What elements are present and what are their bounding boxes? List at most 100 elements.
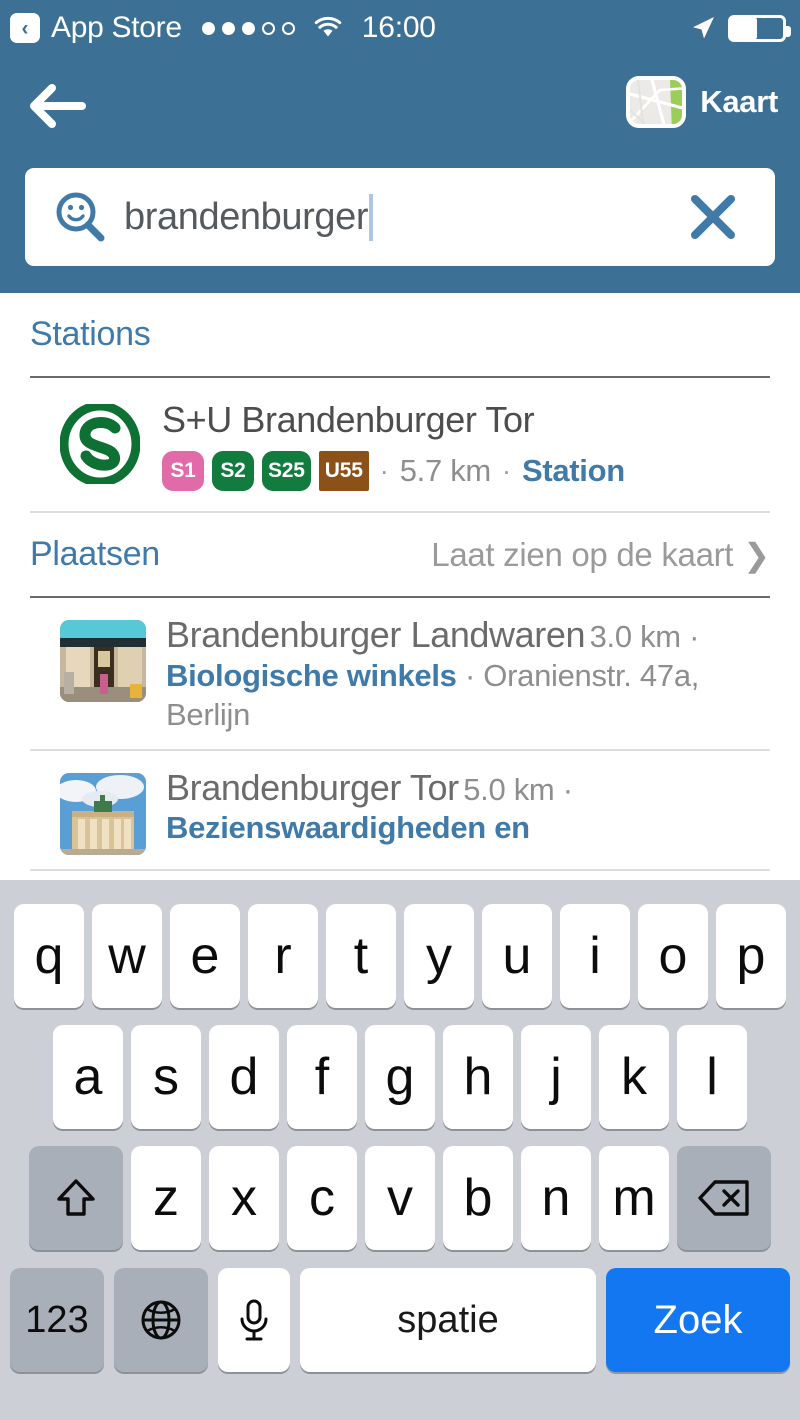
backspace-key[interactable]: [677, 1146, 771, 1250]
key-j[interactable]: j: [521, 1025, 591, 1129]
keyboard-row-1: q w e r t y u i o p: [0, 904, 800, 1008]
place-result-row[interactable]: Brandenburger Tor 5.0 km · Bezienswaardi…: [30, 751, 770, 871]
navigation-bar: Kaart: [0, 56, 800, 156]
numbers-key[interactable]: 123: [10, 1268, 104, 1372]
key-q[interactable]: q: [14, 904, 84, 1008]
place-category-link[interactable]: Biologische winkels: [166, 658, 457, 693]
status-bar: ‹ App Store 16:00: [0, 0, 800, 56]
location-arrow-icon: [690, 15, 716, 41]
key-p[interactable]: p: [716, 904, 786, 1008]
station-name: S+U Brandenburger Tor: [162, 399, 535, 440]
key-n[interactable]: n: [521, 1146, 591, 1250]
section-header-stations: Stations: [30, 293, 770, 378]
section-header-places: Plaatsen Laat zien op de kaart ❯: [30, 513, 770, 599]
place-distance: 5.0 km: [463, 771, 555, 807]
key-l[interactable]: l: [677, 1025, 747, 1129]
key-s[interactable]: s: [131, 1025, 201, 1129]
status-back-app-label[interactable]: App Store: [51, 11, 182, 45]
place-name: Brandenburger Tor: [166, 766, 459, 808]
line-badge: S1: [162, 451, 204, 492]
on-screen-keyboard: q w e r t y u i o p a s d f g h j k l z …: [0, 880, 800, 1420]
key-b[interactable]: b: [443, 1146, 513, 1250]
key-x[interactable]: x: [209, 1146, 279, 1250]
key-y[interactable]: y: [404, 904, 474, 1008]
keyboard-row-3: z x c v b n m: [0, 1146, 800, 1250]
keyboard-row-2: a s d f g h j k l: [0, 1025, 800, 1129]
status-back-to-app-store-icon[interactable]: ‹: [10, 13, 40, 43]
place-result-row[interactable]: Brandenburger Landwaren 3.0 km · Biologi…: [30, 598, 770, 751]
map-toggle-button[interactable]: Kaart: [626, 76, 778, 128]
status-right-cluster: [690, 14, 791, 42]
section-title-places: Plaatsen: [30, 535, 160, 574]
key-v[interactable]: v: [365, 1146, 435, 1250]
key-d[interactable]: d: [209, 1025, 279, 1129]
meta-separator: ·: [689, 619, 700, 655]
station-details: S+U Brandenburger Tor S1 S2 S25 U55 · 5.…: [162, 399, 740, 492]
dictation-key[interactable]: [218, 1268, 290, 1372]
battery-icon: [728, 14, 791, 42]
s-bahn-logo-icon: [59, 401, 141, 487]
keyboard-row-4: 123 spatie Zoek: [0, 1268, 800, 1372]
search-smiley-icon: [52, 189, 108, 245]
key-w[interactable]: w: [92, 904, 162, 1008]
place-distance: 3.0 km: [589, 619, 682, 655]
show-on-map-button[interactable]: Laat zien op de kaart ❯: [431, 536, 770, 574]
key-c[interactable]: c: [287, 1146, 357, 1250]
place-thumbnail: [60, 772, 146, 855]
shift-key[interactable]: [29, 1146, 123, 1250]
meta-separator: ·: [379, 455, 389, 486]
microphone-icon: [240, 1299, 268, 1341]
show-on-map-label: Laat zien op de kaart: [431, 535, 734, 573]
wifi-icon: [314, 16, 342, 40]
key-f[interactable]: f: [287, 1025, 357, 1129]
key-t[interactable]: t: [326, 904, 396, 1008]
key-u[interactable]: u: [482, 904, 552, 1008]
place-name: Brandenburger Landwaren: [166, 614, 586, 656]
section-title-stations: Stations: [30, 315, 151, 353]
search-bar[interactable]: brandenburger: [25, 168, 775, 266]
station-meta-row: S1 S2 S25 U55 · 5.7 km · Station: [162, 451, 740, 492]
app-header: ‹ App Store 16:00 Kaart brandenburger: [0, 0, 800, 293]
key-o[interactable]: o: [638, 904, 708, 1008]
cellular-signal-dots: [201, 21, 295, 35]
search-results-list: Stations S+U Brandenburger Tor S1 S2 S25…: [0, 293, 800, 880]
clear-search-button[interactable]: [687, 191, 739, 243]
chevron-right-icon: ❯: [743, 536, 770, 573]
key-k[interactable]: k: [599, 1025, 669, 1129]
key-m[interactable]: m: [599, 1146, 669, 1250]
key-e[interactable]: e: [170, 904, 240, 1008]
place-details: Brandenburger Tor 5.0 km · Bezienswaardi…: [166, 767, 740, 849]
globe-key[interactable]: [114, 1268, 208, 1372]
key-g[interactable]: g: [365, 1025, 435, 1129]
map-toggle-label: Kaart: [700, 84, 778, 119]
key-i[interactable]: i: [560, 904, 630, 1008]
text-caret: [369, 193, 374, 241]
globe-icon: [141, 1300, 181, 1340]
backspace-icon: [698, 1180, 749, 1216]
meta-separator: ·: [501, 455, 511, 486]
key-a[interactable]: a: [53, 1025, 123, 1129]
app-screen: ‹ App Store 16:00 Kaart brandenburger St…: [0, 0, 800, 1420]
station-distance: 5.7 km: [399, 453, 492, 489]
key-h[interactable]: h: [443, 1025, 513, 1129]
search-input-value: brandenburger: [124, 195, 369, 238]
place-thumbnail: [60, 620, 146, 703]
back-button[interactable]: [28, 78, 86, 134]
line-badge: S2: [212, 451, 254, 492]
map-thumbnail-icon: [626, 76, 687, 128]
line-badge: S25: [262, 451, 311, 492]
meta-separator: ·: [464, 658, 475, 694]
station-type-link[interactable]: Station: [522, 453, 625, 489]
shift-arrow-icon: [57, 1179, 95, 1216]
line-badge: U55: [318, 451, 369, 492]
meta-separator: ·: [562, 771, 573, 807]
key-r[interactable]: r: [248, 904, 318, 1008]
search-input[interactable]: brandenburger: [124, 193, 687, 241]
place-details: Brandenburger Landwaren 3.0 km · Biologi…: [166, 614, 740, 734]
key-z[interactable]: z: [131, 1146, 201, 1250]
space-key[interactable]: spatie: [300, 1268, 596, 1372]
status-clock: 16:00: [361, 11, 436, 44]
station-result-row[interactable]: S+U Brandenburger Tor S1 S2 S25 U55 · 5.…: [30, 378, 770, 514]
place-category-link[interactable]: Bezienswaardigheden en: [166, 810, 530, 845]
search-submit-key[interactable]: Zoek: [606, 1268, 790, 1372]
